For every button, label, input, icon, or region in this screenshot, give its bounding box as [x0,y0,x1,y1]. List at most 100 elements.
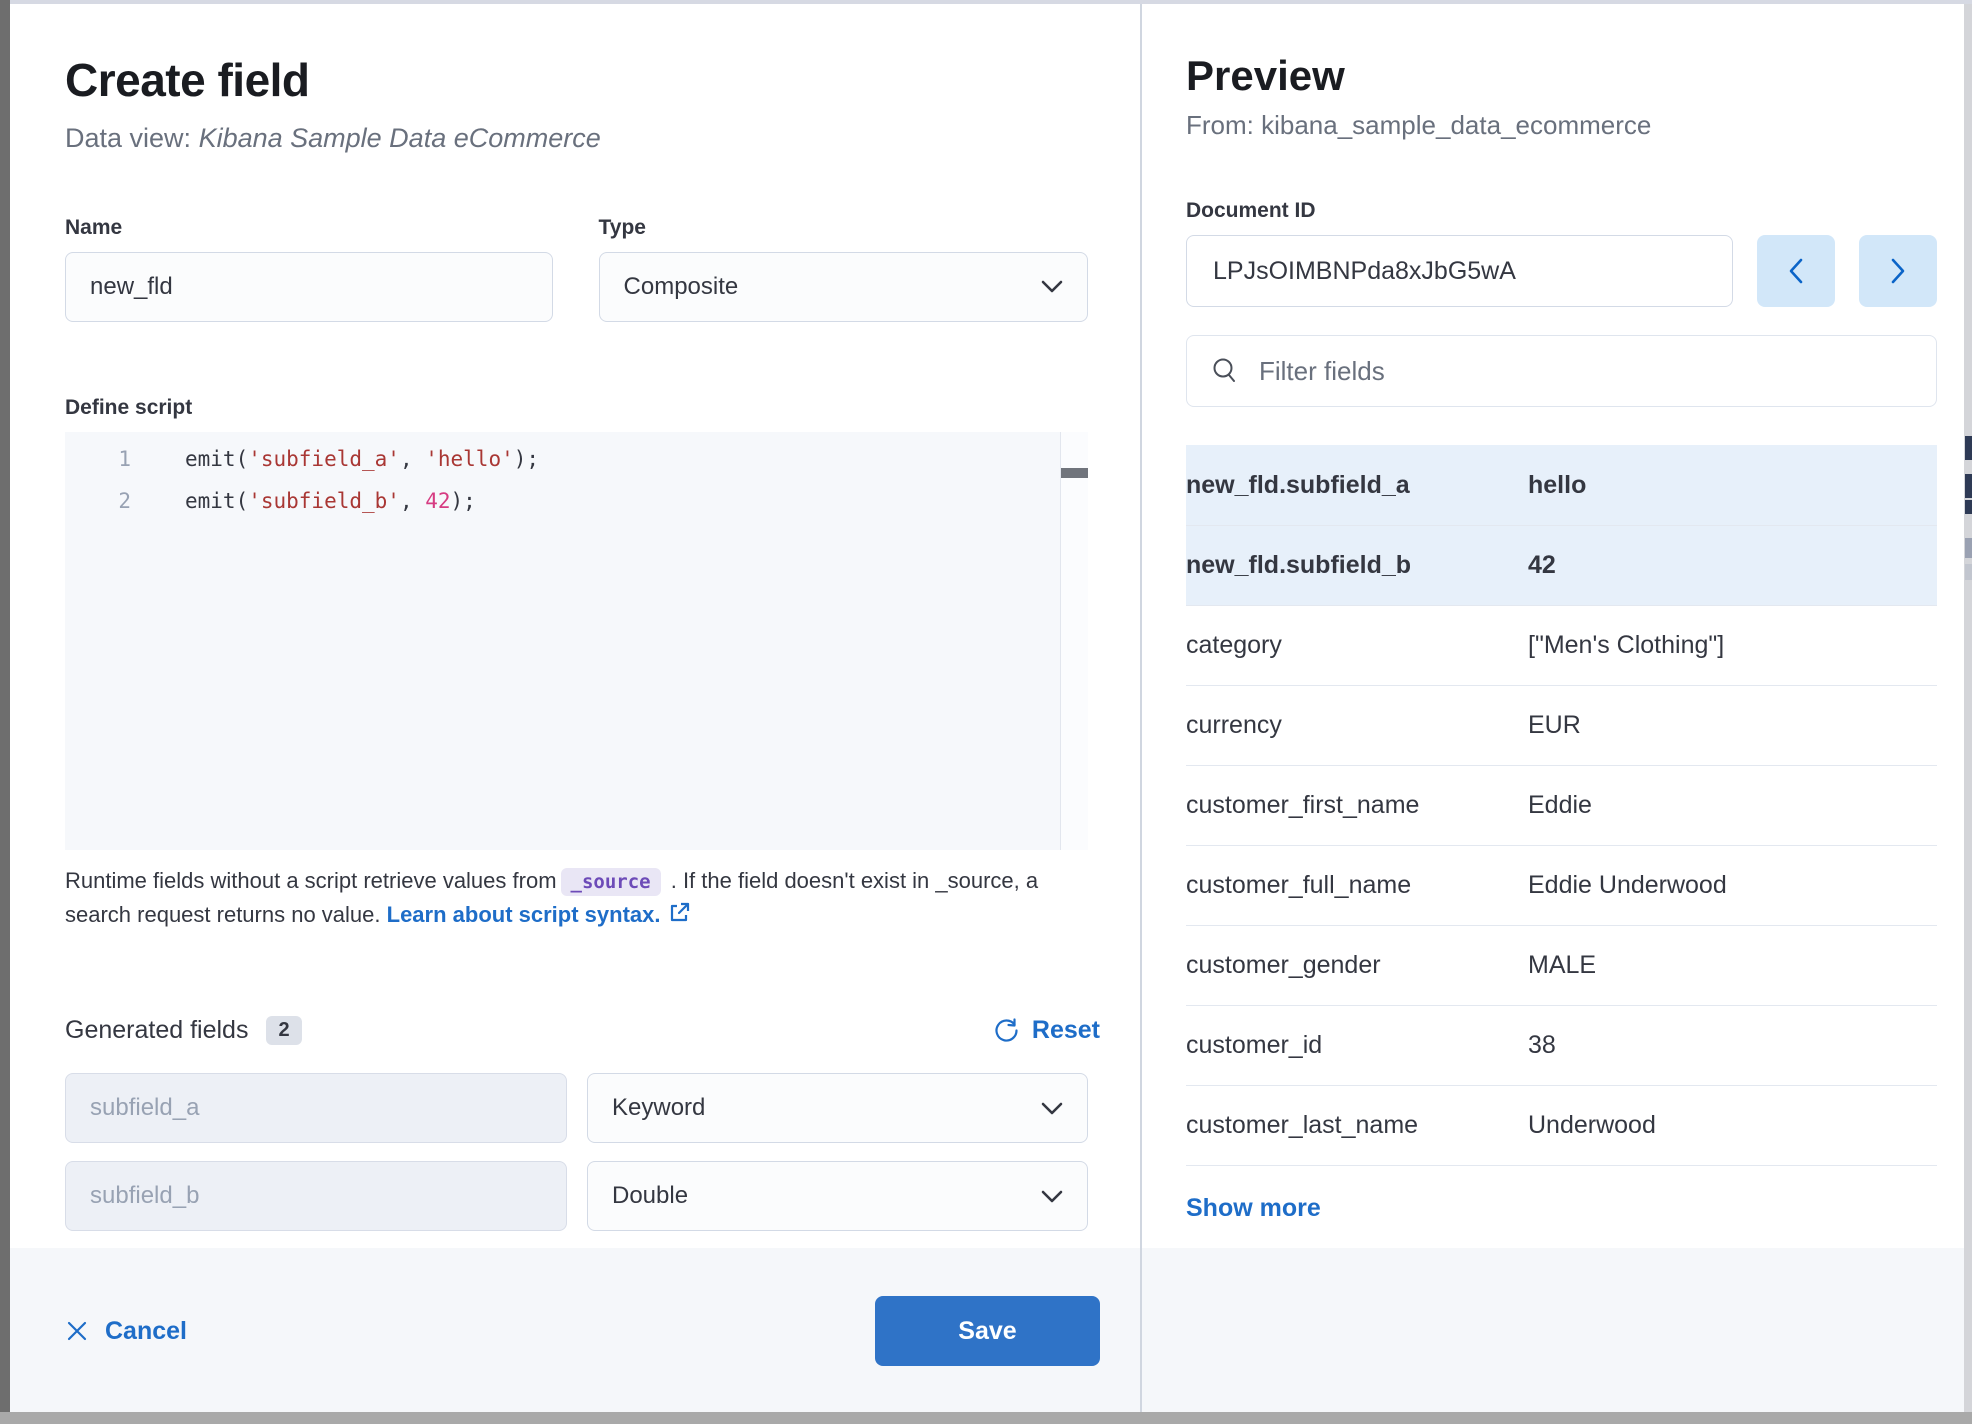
window-frame-left [0,0,10,1424]
create-field-flyout: Create field Data view: Kibana Sample Da… [10,4,1964,1412]
script-syntax-link[interactable]: Learn about script syntax. [387,902,661,927]
data-view-subtitle: Data view: Kibana Sample Data eCommerce [65,123,1088,154]
field-key: customer_gender [1186,951,1528,980]
table-row[interactable]: category ["Men's Clothing"] [1186,605,1937,685]
code-token: emit( [185,489,248,513]
script-help-text: Runtime fields without a script retrieve… [65,864,1088,932]
reset-button[interactable]: Reset [993,1016,1100,1045]
document-id-label: Document ID [1186,199,1937,223]
table-row[interactable]: customer_gender MALE [1186,925,1937,1005]
define-script-label: Define script [65,396,1088,420]
name-label: Name [65,216,553,240]
document-id-row [1186,235,1937,307]
field-key: customer_last_name [1186,1111,1528,1140]
preview-fields-table: new_fld.subfield_a hello new_fld.subfiel… [1186,445,1937,1166]
code-token: ); [451,489,476,513]
background-block [1965,500,1972,514]
field-value: 38 [1528,1031,1937,1060]
table-row[interactable]: currency EUR [1186,685,1937,765]
type-select-value: Composite [624,273,739,301]
background-block [1965,436,1972,460]
type-label: Type [599,216,1088,240]
show-more-link[interactable]: Show more [1186,1194,1321,1223]
chevron-down-icon [1041,280,1063,293]
table-row[interactable]: customer_id 38 [1186,1005,1937,1085]
preview-from: From: kibana_sample_data_ecommerce [1186,110,1937,141]
document-id-input[interactable] [1186,235,1733,307]
preview-panel: Preview From: kibana_sample_data_ecommer… [1140,4,1972,1412]
search-icon [1209,355,1241,387]
generated-fields-header: Generated fields 2 Reset [65,1016,1100,1045]
field-value: MALE [1528,951,1937,980]
code-token: , [400,447,425,471]
generated-field-type-select[interactable]: Double [587,1161,1088,1231]
code-token: ); [514,447,539,471]
field-key: new_fld.subfield_a [1186,471,1528,500]
table-row[interactable]: customer_last_name Underwood [1186,1085,1937,1165]
name-type-row: Name Type Composite [65,216,1088,322]
name-input[interactable] [65,252,553,322]
save-button[interactable]: Save [875,1296,1100,1366]
generated-fields-label: Generated fields [65,1016,248,1045]
table-row[interactable]: new_fld.subfield_a hello [1186,445,1937,525]
window-frame-top [0,0,1972,4]
cancel-button[interactable]: Cancel [65,1317,187,1346]
code-token: 'subfield_a' [248,447,400,471]
data-view-label: Data view: [65,123,199,153]
window-frame-bottom [0,1412,1972,1424]
code-token: , [400,489,425,513]
generated-field-type-select[interactable]: Keyword [587,1073,1088,1143]
field-key: customer_first_name [1186,791,1528,820]
filter-fields-box [1186,335,1937,407]
field-value: EUR [1528,711,1937,740]
previous-document-button[interactable] [1757,235,1835,307]
field-key: currency [1186,711,1528,740]
field-value: 42 [1528,551,1937,580]
close-icon [65,1319,89,1343]
generated-field-type-value: Double [612,1182,688,1210]
generated-field-name-input: subfield_a [65,1073,567,1143]
code-line: 2 emit('subfield_b', 42); [65,480,1088,522]
script-editor-lines: 1 emit('subfield_a', 'hello'); 2 emit('s… [65,438,1088,522]
create-field-panel: Create field Data view: Kibana Sample Da… [10,4,1140,1412]
generated-fields-list: subfield_a Keyword subfield_b Double [65,1073,1088,1231]
field-value: Eddie [1528,791,1937,820]
generated-field-row: subfield_a Keyword [65,1073,1088,1143]
field-value: Underwood [1528,1111,1937,1140]
generated-field-name: subfield_b [90,1182,199,1210]
reset-label: Reset [1032,1016,1100,1045]
type-select[interactable]: Composite [599,252,1088,322]
editor-scrollbar-thumb[interactable] [1061,468,1088,478]
table-row[interactable]: customer_full_name Eddie Underwood [1186,845,1937,925]
background-block [1965,538,1972,558]
page-title: Create field [65,54,1088,107]
next-document-button[interactable] [1859,235,1937,307]
background-page-sliver [1964,4,1972,1412]
filter-fields-input[interactable] [1259,356,1914,387]
external-link-icon [668,901,691,924]
generated-fields-count-badge: 2 [266,1016,301,1045]
line-number: 2 [65,480,131,522]
code-token: 42 [425,489,450,513]
help-text-before: Runtime fields without a script retrieve… [65,868,557,893]
cancel-label: Cancel [105,1317,187,1346]
preview-title: Preview [1186,52,1937,100]
type-field-group: Type Composite [599,216,1088,322]
field-key: customer_id [1186,1031,1528,1060]
chevron-left-icon [1788,258,1804,284]
code-token: 'hello' [425,447,514,471]
name-field-group: Name [65,216,553,322]
field-value: Eddie Underwood [1528,871,1937,900]
script-editor[interactable]: 1 emit('subfield_a', 'hello'); 2 emit('s… [65,432,1088,850]
code-text: emit('subfield_b', 42); [131,480,476,522]
preview-from-index: kibana_sample_data_ecommerce [1261,110,1651,140]
table-row[interactable]: customer_first_name Eddie [1186,765,1937,845]
table-row[interactable]: new_fld.subfield_b 42 [1186,525,1937,605]
chevron-down-icon [1041,1190,1063,1203]
field-key: customer_full_name [1186,871,1528,900]
field-value: ["Men's Clothing"] [1528,631,1937,660]
line-number: 1 [65,438,131,480]
chevron-down-icon [1041,1102,1063,1115]
generated-field-name: subfield_a [90,1094,199,1122]
editor-scrollbar[interactable] [1060,432,1088,850]
